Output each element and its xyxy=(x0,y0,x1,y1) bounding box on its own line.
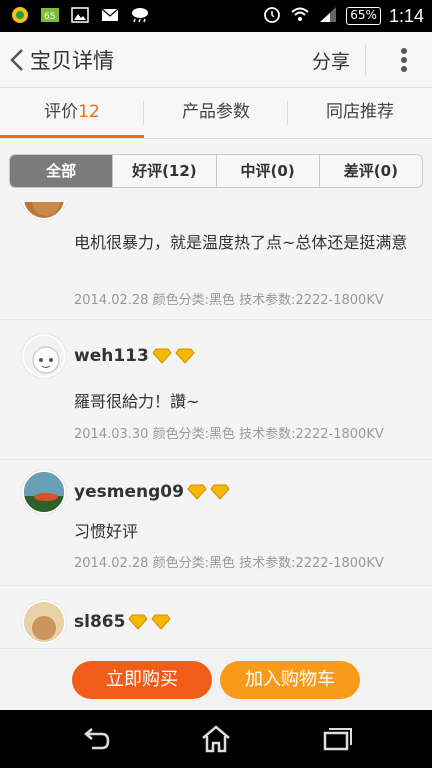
diamond-icon xyxy=(152,348,172,364)
review-username: weh113 xyxy=(74,346,195,366)
action-bar: 立即购买 加入购物车 xyxy=(0,648,432,710)
back-arrow-icon[interactable] xyxy=(6,46,28,74)
review-text: 羅哥很給力！讚~ xyxy=(74,392,200,411)
header-divider xyxy=(365,44,366,76)
review-filter: 全部 好评(12) 中评(0) 差评(0) xyxy=(9,154,423,188)
tab-product-params-label: 产品参数 xyxy=(182,102,250,122)
svg-text:65: 65 xyxy=(44,12,55,22)
diamond-icon xyxy=(151,614,172,630)
sms-badge-icon: 65 xyxy=(40,6,60,24)
list-item: sl865 xyxy=(0,586,432,648)
review-text: 习惯好评 xyxy=(74,522,139,541)
review-count: 12 xyxy=(78,102,100,122)
share-button[interactable]: 分享 xyxy=(312,47,350,74)
wifi-icon xyxy=(290,5,310,27)
battery-indicator: 65% xyxy=(346,7,381,25)
avatar xyxy=(22,470,66,514)
tab-reviews[interactable]: 评价12 xyxy=(0,89,144,138)
avatar xyxy=(22,202,66,220)
page-title: 宝贝详情 xyxy=(30,49,114,73)
image-icon xyxy=(70,6,90,24)
review-list[interactable]: 电机很暴力，就是温度热了点~总体还是挺满意 2014.02.28 颜色分类:黑色… xyxy=(0,202,432,648)
mail-icon xyxy=(100,6,120,24)
tab-reviews-label: 评价 xyxy=(44,102,79,122)
clock: 1:14 xyxy=(388,5,424,26)
alarm-icon xyxy=(262,4,282,28)
app-header: 宝贝详情 分享 xyxy=(0,32,432,88)
diamond-icon xyxy=(187,484,207,500)
username-text: yesmeng09 xyxy=(74,482,184,502)
buy-now-button[interactable]: 立即购买 xyxy=(72,661,212,699)
review-meta: 2014.03.30 颜色分类:黑色 技术参数:2222-1800KV xyxy=(74,427,384,442)
avatar xyxy=(22,334,66,378)
review-meta: 2014.02.28 颜色分类:黑色 技术参数:2222-1800KV xyxy=(74,556,384,571)
avatar xyxy=(22,600,66,644)
recent-apps-icon[interactable] xyxy=(320,724,352,754)
tab-product-params[interactable]: 产品参数 xyxy=(144,89,288,138)
filter-bad[interactable]: 差评(0) xyxy=(320,155,422,187)
diamond-icon xyxy=(210,484,230,500)
review-username: sl865 xyxy=(74,612,172,632)
tab-shop-recommend-label: 同店推荐 xyxy=(326,102,394,122)
more-options-icon[interactable] xyxy=(400,46,408,74)
back-icon[interactable] xyxy=(80,724,112,754)
diamond-icon xyxy=(175,348,195,364)
review-username: yesmeng09 xyxy=(74,482,230,502)
add-to-cart-button[interactable]: 加入购物车 xyxy=(220,661,360,699)
home-icon[interactable] xyxy=(200,724,232,754)
review-meta: 2014.02.28 颜色分类:黑色 技术参数:2222-1800KV xyxy=(74,293,384,308)
filter-all[interactable]: 全部 xyxy=(10,155,114,187)
username-text: sl865 xyxy=(74,612,126,632)
tab-shop-recommend[interactable]: 同店推荐 xyxy=(288,89,432,138)
app-notification-icon xyxy=(10,6,30,24)
filter-neutral[interactable]: 中评(0) xyxy=(217,155,320,187)
diamond-icon xyxy=(128,614,149,630)
signal-icon xyxy=(318,5,338,27)
system-nav-bar xyxy=(0,710,432,768)
review-text: 电机很暴力，就是温度热了点~总体还是挺满意 xyxy=(74,233,408,252)
list-item: 电机很暴力，就是温度热了点~总体还是挺满意 2014.02.28 颜色分类:黑色… xyxy=(0,202,432,320)
detail-tabs: 评价12 产品参数 同店推荐 xyxy=(0,89,432,139)
filter-good[interactable]: 好评(12) xyxy=(113,155,217,187)
weather-icon xyxy=(130,6,150,24)
username-text: weh113 xyxy=(74,346,149,366)
list-item: weh113 羅哥很給力！讚~ 2014.03.30 颜色分类:黑色 技术参数:… xyxy=(0,320,432,460)
list-item: yesmeng09 习惯好评 2014.02.28 颜色分类:黑色 技术参数:2… xyxy=(0,460,432,586)
status-bar: 65 65% 1:14 xyxy=(0,0,432,32)
